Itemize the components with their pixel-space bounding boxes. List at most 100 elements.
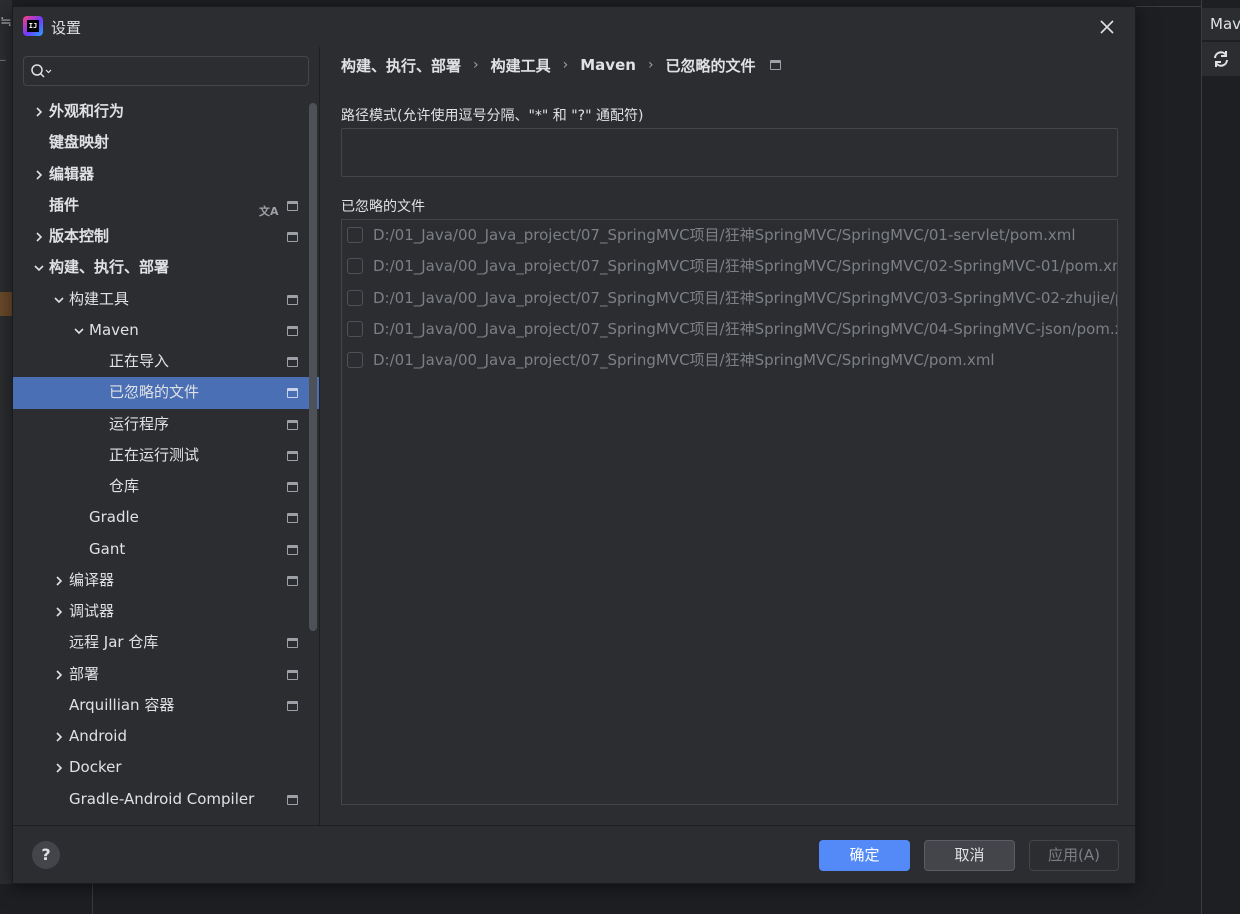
sidebar-item[interactable]: 调试器 (13, 596, 319, 627)
file-checkbox[interactable] (347, 258, 363, 275)
sidebar-item[interactable]: 编译器 (13, 565, 319, 596)
chevron-down-icon[interactable] (32, 261, 46, 275)
breadcrumb-item[interactable]: 构建工具 (491, 55, 551, 76)
project-scope-icon (287, 388, 298, 399)
sidebar-item[interactable]: 外观和行为 (13, 96, 319, 127)
project-scope-icon (287, 357, 298, 367)
sidebar-item[interactable]: Gradle (13, 502, 319, 533)
settings-dialog: IJ 设置 外观和行为 键盘映射 编辑器 插件 文A 版本控制 构建、执行、部署 构建工具 Ma… (12, 6, 1136, 884)
ide-project-label-fragment: _ (0, 48, 6, 61)
ok-button[interactable]: 确定 (819, 840, 910, 871)
help-button[interactable]: ? (32, 841, 60, 869)
file-checkbox[interactable] (347, 227, 363, 243)
sidebar-item[interactable]: 插件 文A (13, 190, 319, 221)
sidebar-item-label: 正在导入 (109, 352, 170, 370)
list-item[interactable]: D:/01_Java/00_Java_project/07_SpringMVC项… (342, 251, 1117, 282)
intellij-logo-icon: IJ (23, 16, 43, 36)
sidebar-item[interactable]: 版本控制 (13, 221, 319, 252)
chevron-right-icon[interactable] (52, 574, 66, 588)
sidebar-item[interactable]: Gant (13, 534, 319, 565)
project-scope-icon (287, 419, 298, 430)
list-item[interactable]: D:/01_Java/00_Java_project/07_SpringMVC项… (342, 283, 1117, 314)
sidebar-item-label: Gradle-Android Compiler (69, 789, 255, 808)
sidebar-item[interactable]: 键盘映射 (13, 127, 319, 158)
project-scope-icon (287, 544, 298, 555)
sidebar-item[interactable]: 仓库 (13, 471, 319, 502)
project-scope-icon (287, 700, 298, 711)
chevron-right-icon[interactable] (52, 730, 66, 744)
breadcrumb: 构建、执行、部署 › 构建工具 › Maven › 已忽略的文件 (341, 54, 781, 76)
file-path: D:/01_Java/00_Java_project/07_SpringMVC项… (373, 319, 1118, 338)
chevron-right-icon[interactable] (32, 168, 46, 182)
file-path: D:/01_Java/00_Java_project/07_SpringMVC项… (373, 257, 1118, 276)
sidebar-item[interactable]: Docker (13, 752, 319, 783)
sidebar-item[interactable]: 部署 (13, 659, 319, 690)
maven-tool-window-tab[interactable]: Mav (1202, 8, 1240, 40)
ide-status-area (0, 884, 1240, 914)
project-scope-icon (287, 325, 298, 336)
sidebar-item[interactable]: 构建、执行、部署 (13, 252, 319, 283)
chevron-right-icon[interactable] (32, 105, 46, 119)
chevron-right-icon[interactable] (32, 230, 46, 244)
project-scope-icon (287, 669, 298, 680)
sidebar-item-label: Arquillian 容器 (69, 695, 175, 714)
chevron-right-icon[interactable] (52, 668, 66, 682)
ide-tree-highlight (0, 292, 12, 316)
search-icon (31, 64, 52, 78)
list-item[interactable]: D:/01_Java/00_Java_project/07_SpringMVC项… (342, 220, 1117, 251)
chevron-right-icon: › (473, 57, 479, 73)
path-pattern-input[interactable] (341, 128, 1118, 177)
sidebar-item[interactable]: 构建工具 (13, 284, 319, 315)
sidebar-item[interactable]: 编辑器 (13, 159, 319, 190)
sidebar-item[interactable]: Gradle-Android Compiler (13, 784, 319, 815)
sidebar-item[interactable]: Android (13, 721, 319, 752)
sidebar-scrollbar[interactable] (309, 103, 317, 631)
ide-divider (92, 884, 93, 914)
refresh-icon (1214, 51, 1228, 67)
chevron-right-icon[interactable] (52, 761, 66, 775)
sidebar-item-label: Gradle (89, 508, 139, 527)
sidebar-item[interactable]: 远程 Jar 仓库 (13, 627, 319, 658)
chevron-down-icon[interactable] (72, 324, 86, 338)
list-item[interactable]: D:/01_Java/00_Java_project/07_SpringMVC项… (342, 345, 1117, 376)
project-scope-icon (287, 482, 298, 492)
chevron-down-icon[interactable] (52, 293, 66, 307)
sidebar-item[interactable]: 运行程序 (13, 409, 319, 440)
sidebar-item[interactable]: Arquillian 容器 (13, 690, 319, 721)
file-checkbox[interactable] (347, 320, 363, 337)
sidebar-item-label: Gant (89, 539, 126, 558)
project-scope-icon (287, 794, 298, 805)
file-checkbox[interactable] (347, 352, 363, 368)
ide-menu-icon[interactable]: ≒ (0, 14, 12, 34)
settings-tree: 外观和行为键盘映射编辑器 插件 文A 版本控制 构建、执行、部署 构建工具 Maven 正在导… (13, 96, 319, 815)
sidebar-item[interactable]: 正在导入 (13, 346, 319, 377)
project-scope-icon (287, 294, 298, 305)
sidebar-item[interactable]: 正在运行测试 (13, 440, 319, 471)
search-input[interactable] (58, 61, 304, 81)
sidebar-item-label: 运行程序 (109, 414, 170, 433)
settings-sidebar: 外观和行为键盘映射编辑器 插件 文A 版本控制 构建、执行、部署 构建工具 Maven 正在导… (13, 47, 319, 825)
breadcrumb-item[interactable]: 构建、执行、部署 (341, 55, 461, 76)
chevron-right-icon[interactable] (52, 605, 66, 619)
settings-search-box[interactable] (23, 56, 309, 86)
sidebar-item-label: 已忽略的文件 (109, 383, 200, 402)
dialog-titlebar[interactable]: IJ 设置 (13, 7, 1135, 47)
ide-right-panel (1136, 0, 1240, 914)
close-button[interactable] (1095, 15, 1119, 39)
maven-reload-button[interactable] (1202, 42, 1240, 76)
list-item[interactable]: D:/01_Java/00_Java_project/07_SpringMVC项… (342, 314, 1117, 345)
ignored-files-list[interactable]: D:/01_Java/00_Java_project/07_SpringMVC项… (341, 219, 1118, 805)
file-checkbox[interactable] (347, 289, 363, 306)
apply-button[interactable]: 应用(A) (1029, 840, 1119, 871)
sidebar-item[interactable]: 已忽略的文件 (13, 377, 319, 409)
sidebar-item-label: 外观和行为 (49, 102, 125, 120)
file-path: D:/01_Java/00_Java_project/07_SpringMVC项… (373, 288, 1118, 307)
close-icon (1100, 20, 1114, 34)
project-scope-icon (287, 513, 298, 524)
sidebar-item[interactable]: Maven (13, 315, 319, 346)
breadcrumb-item: 已忽略的文件 (665, 56, 756, 75)
cancel-button[interactable]: 取消 (924, 840, 1015, 871)
breadcrumb-item[interactable]: Maven (580, 56, 636, 74)
sidebar-item-label: 键盘映射 (49, 133, 110, 152)
sidebar-item-label: 正在运行测试 (109, 445, 200, 464)
